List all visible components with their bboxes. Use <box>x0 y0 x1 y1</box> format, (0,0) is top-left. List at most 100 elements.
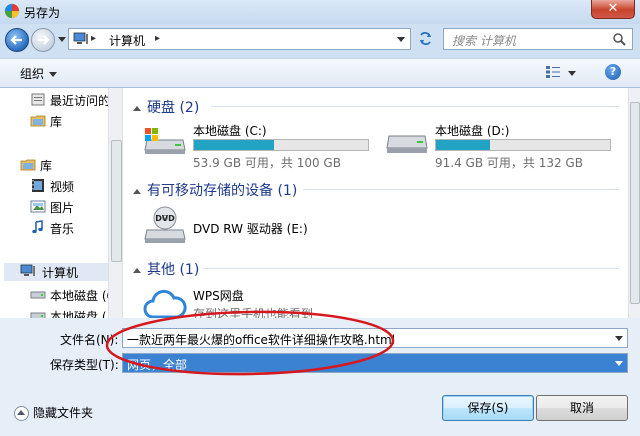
search-box[interactable]: 搜索 计算机 <box>443 28 633 50</box>
save-button[interactable]: 保存(S) <box>442 395 534 421</box>
cloud-icon <box>143 289 187 318</box>
search-input[interactable]: 搜索 计算机 <box>452 32 516 49</box>
nav-item-drive-c[interactable]: 本地磁盘 (C <box>30 286 108 304</box>
back-arrow-icon <box>10 35 22 45</box>
address-chevron-icon[interactable]: ▸ <box>91 33 96 44</box>
nav-item-libraries[interactable]: 库 <box>20 156 108 174</box>
search-icon[interactable] <box>612 32 626 46</box>
chevron-down-icon <box>49 72 58 77</box>
drive-usage-bar <box>193 139 369 151</box>
help-icon: ? <box>609 65 617 78</box>
drive-usage-fill <box>436 140 490 150</box>
drive-icon <box>30 312 46 318</box>
address-chevron-icon[interactable]: ▸ <box>155 33 160 44</box>
group-header-other[interactable]: 其他 (1) <box>133 259 199 279</box>
nav-item-label: 音乐 <box>50 222 75 236</box>
dvd-badge: DVD <box>155 214 175 223</box>
nav-item-music[interactable]: 音乐 <box>30 219 108 237</box>
forward-button[interactable] <box>31 28 55 52</box>
nav-item-label: 图片 <box>50 201 75 215</box>
scrollbar-thumb[interactable] <box>630 102 640 304</box>
forward-arrow-icon <box>38 35 50 45</box>
chevron-down-icon[interactable] <box>615 361 623 366</box>
music-icon <box>32 220 43 234</box>
drive-icon <box>30 291 46 299</box>
dvd-drive-icon: DVD <box>144 206 186 243</box>
help-button[interactable]: ? <box>605 64 621 80</box>
view-dropdown-icon[interactable] <box>568 71 576 76</box>
computer-icon <box>20 264 35 276</box>
library-icon <box>20 159 36 171</box>
group-title: 硬盘 (2) <box>147 100 200 116</box>
group-title: 有可移动存储的设备 (1) <box>147 183 298 199</box>
group-header-hard-disks[interactable]: 硬盘 (2) <box>133 97 199 117</box>
address-dropdown-button[interactable] <box>392 28 411 50</box>
organize-menu[interactable]: 组织 <box>20 65 58 82</box>
drive-size: 53.9 GB 可用，共 100 GB <box>193 156 341 170</box>
close-button[interactable]: ✕ <box>591 0 635 19</box>
app-icon <box>4 3 20 19</box>
address-location[interactable]: 计算机 <box>109 32 145 49</box>
drive-name: 本地磁盘 (D:) <box>435 124 510 138</box>
filetype-select[interactable]: 网页，全部 <box>122 353 628 373</box>
refresh-icon[interactable] <box>412 28 438 50</box>
nav-item-videos[interactable]: 视频 <box>30 177 108 195</box>
navigation-pane: 最近访问的 库 库 视频 图片 音乐 计算机 本地磁盘 (C <box>0 88 108 318</box>
back-button[interactable] <box>5 28 29 52</box>
collapse-icon <box>133 188 141 194</box>
nav-item-library-sub[interactable]: 库 <box>30 112 108 130</box>
video-icon <box>32 179 44 192</box>
history-dropdown-icon[interactable] <box>58 37 66 42</box>
navigation-scrollbar[interactable] <box>108 88 122 318</box>
group-divider <box>211 106 619 107</box>
organize-label: 组织 <box>20 67 45 81</box>
group-title: 其他 (1) <box>147 262 200 278</box>
recent-places-icon <box>31 93 45 106</box>
collapse-icon <box>133 105 141 111</box>
nav-item-label: 计算机 <box>42 266 79 280</box>
nav-item-recent[interactable]: 最近访问的 <box>30 91 108 109</box>
scrollbar-thumb[interactable] <box>111 140 122 262</box>
close-icon: ✕ <box>607 1 619 16</box>
nav-item-computer[interactable]: 计算机 <box>4 263 108 281</box>
drive-size: 91.4 GB 可用，共 132 GB <box>435 156 583 170</box>
address-bar[interactable]: ▸ 计算机 ▸ <box>68 28 411 50</box>
filetype-label: 保存类型(T): <box>50 358 119 372</box>
drive-icon <box>386 135 428 153</box>
nav-item-label: 库 <box>40 159 53 173</box>
view-options-icon[interactable] <box>545 65 561 79</box>
content-pane: 硬盘 (2) 本地磁盘 (C:) 53.9 GB 可用，共 100 GB 本地磁… <box>122 88 629 318</box>
computer-icon <box>73 32 88 44</box>
nav-item-drive-d[interactable]: 本地磁盘 ( <box>30 307 108 318</box>
filename-input[interactable]: 一款近两年最火爆的office软件详细操作攻略.html <box>127 331 395 348</box>
nav-item-label: 库 <box>50 115 63 129</box>
pictures-icon <box>30 200 46 213</box>
nav-item-label: 本地磁盘 (C <box>50 289 108 303</box>
library-icon <box>30 115 46 127</box>
save-as-dialog: 另存为 ✕ ▸ 计算机 ▸ 搜索 计算机 组织 ? 最近访问的 库 库 视频 图… <box>0 0 640 436</box>
drive-name: WPS网盘 <box>193 289 244 303</box>
filename-label: 文件名(N): <box>60 333 119 347</box>
filetype-value[interactable]: 网页，全部 <box>127 356 187 373</box>
windows-drive-icon <box>144 128 186 154</box>
drive-usage-bar <box>435 139 611 151</box>
drive-description: 存到这里手机也能看到 <box>193 307 314 318</box>
content-scrollbar[interactable] <box>628 88 640 318</box>
hide-folders-toggle[interactable]: 隐藏文件夹 <box>14 404 93 421</box>
nav-item-pictures[interactable]: 图片 <box>30 198 108 216</box>
group-divider <box>203 268 619 269</box>
group-divider <box>303 189 619 190</box>
filename-field[interactable]: 一款近两年最火爆的office软件详细操作攻略.html <box>122 328 628 348</box>
chevron-up-icon <box>14 406 29 421</box>
hide-folders-label: 隐藏文件夹 <box>33 406 94 420</box>
drive-usage-fill <box>194 140 275 150</box>
collapse-icon <box>133 267 141 273</box>
title-bar: 另存为 ✕ <box>0 0 640 24</box>
nav-item-label: 视频 <box>50 180 75 194</box>
nav-item-label: 本地磁盘 ( <box>50 310 107 318</box>
drive-name: 本地磁盘 (C:) <box>193 124 267 138</box>
drive-name: DVD RW 驱动器 (E:) <box>193 222 308 236</box>
group-header-removable[interactable]: 有可移动存储的设备 (1) <box>133 180 297 200</box>
chevron-down-icon[interactable] <box>615 336 623 341</box>
cancel-button[interactable]: 取消 <box>536 395 628 421</box>
